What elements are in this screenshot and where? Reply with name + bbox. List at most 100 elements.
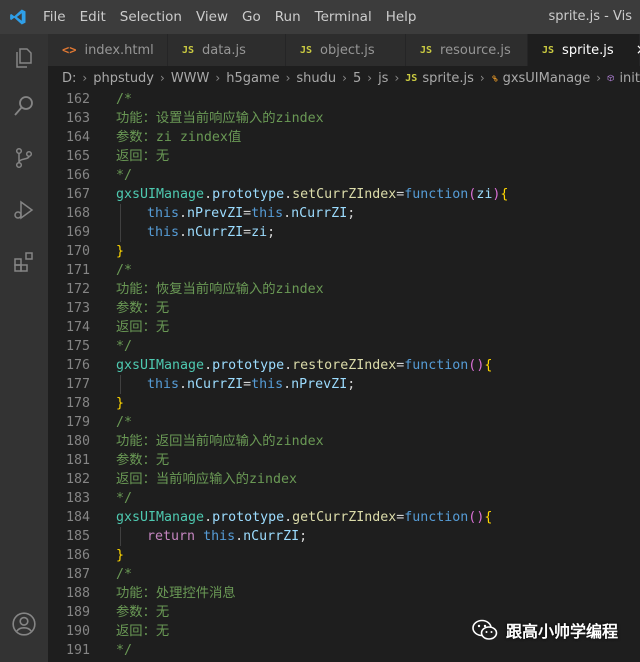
code-text: 功能：设置当前响应输入的zindex — [116, 111, 324, 126]
code-text: 功能：返回当前响应输入的zindex — [116, 434, 324, 449]
line-number: 178 — [65, 396, 90, 411]
activity-bar — [0, 34, 48, 662]
code-text: /* — [116, 92, 133, 107]
line-number: 181 — [65, 453, 90, 468]
code-line[interactable]: 191 */ — [48, 641, 640, 660]
vscode-logo-icon — [0, 0, 36, 34]
breadcrumb-item[interactable]: shudu — [296, 71, 336, 86]
editor-tabs: <> index.html JS data.js JS object.js JS resour… — [48, 34, 640, 66]
code-line[interactable]: 165 返回：无 — [48, 147, 640, 166]
run-debug-icon[interactable] — [0, 186, 48, 234]
menu-item-view[interactable]: View — [189, 0, 235, 34]
menu-item-terminal[interactable]: Terminal — [308, 0, 379, 34]
code-line[interactable]: 178} — [48, 394, 640, 413]
tab-resource-js[interactable]: JS resource.js — [406, 34, 528, 66]
tab-data-js[interactable]: JS data.js — [168, 34, 286, 66]
line-number: 183 — [65, 491, 90, 506]
line-number: 170 — [65, 244, 90, 259]
code-text: gxsUIManage.prototype.restoreZIndex=func… — [116, 358, 493, 373]
code-text: return this.nCurrZI; — [147, 529, 308, 544]
code-text: 参数：无 — [116, 453, 170, 468]
code-line[interactable]: 170} — [48, 242, 640, 261]
code-text: 参数：无 — [116, 301, 170, 316]
code-line[interactable]: 174 返回：无 — [48, 318, 640, 337]
code-text: 返回：无 — [116, 320, 170, 335]
code-line[interactable]: 176 gxsUIManage.prototype.restoreZIndex=f… — [48, 356, 640, 375]
code-text: } — [116, 548, 125, 563]
code-text: 参数：无 — [116, 605, 170, 620]
html-file-icon: <> — [62, 43, 77, 57]
chevron-right-icon: › — [215, 71, 221, 85]
code-line[interactable]: 173 参数：无 — [48, 299, 640, 318]
code-line[interactable]: 181 参数：无 — [48, 451, 640, 470]
code-line[interactable]: 166 */ — [48, 166, 640, 185]
code-line[interactable]: 186} — [48, 546, 640, 565]
menu-item-run[interactable]: Run — [268, 0, 308, 34]
line-number: 186 — [65, 548, 90, 563]
code-line[interactable]: 179 /* — [48, 413, 640, 432]
line-number: 172 — [65, 282, 90, 297]
tab-label: data.js — [202, 42, 246, 58]
line-number: 171 — [65, 263, 90, 278]
code-line[interactable]: 187 /* — [48, 565, 640, 584]
code-line[interactable]: 177 this.nCurrZI=this.nPrevZI; — [48, 375, 640, 394]
code-text: 返回：无 — [116, 149, 170, 164]
breadcrumb-item[interactable]: js — [378, 71, 388, 86]
code-text: 参数：zi zindex值 — [116, 130, 242, 145]
code-line[interactable]: 164 参数：zi zindex值 — [48, 128, 640, 147]
breadcrumb-item[interactable]: WWW — [171, 71, 210, 86]
search-icon[interactable] — [0, 82, 48, 130]
line-number: 166 — [65, 168, 90, 183]
code-line[interactable]: 162 /* — [48, 90, 640, 109]
code-editor[interactable]: 162 /* 163 功能：设置当前响应输入的zindex 164 参数：zi zinde… — [48, 90, 640, 662]
chevron-right-icon: › — [394, 71, 400, 85]
close-icon[interactable]: × — [636, 42, 640, 58]
code-line[interactable]: 167 gxsUIManage.prototype.setCurrZIndex=f… — [48, 185, 640, 204]
code-line[interactable]: 184 gxsUIManage.prototype.getCurrZIndex=f… — [48, 508, 640, 527]
tab-object-js[interactable]: JS object.js — [286, 34, 406, 66]
breadcrumb-item[interactable]: 5 — [353, 71, 361, 86]
line-number: 174 — [65, 320, 90, 335]
source-control-icon[interactable] — [0, 134, 48, 182]
code-text: 返回：无 — [116, 624, 170, 639]
tab-sprite-js[interactable]: JS sprite.js × — [528, 34, 640, 66]
code-line[interactable]: 183 */ — [48, 489, 640, 508]
code-line[interactable]: 185 return this.nCurrZI; — [48, 527, 640, 546]
code-text: /* — [116, 415, 133, 430]
menu-item-selection[interactable]: Selection — [113, 0, 189, 34]
code-line[interactable]: 163 功能：设置当前响应输入的zindex — [48, 109, 640, 128]
code-text: */ — [116, 643, 133, 658]
code-line[interactable]: 171 /* — [48, 261, 640, 280]
chevron-right-icon: › — [160, 71, 165, 85]
wechat-icon — [472, 619, 498, 640]
code-line[interactable]: 180 功能：返回当前响应输入的zindex — [48, 432, 640, 451]
chevron-right-icon: › — [342, 71, 347, 85]
line-number: 176 — [65, 358, 90, 373]
code-line[interactable]: 169 this.nCurrZI=zi; — [48, 223, 640, 242]
breadcrumb-item[interactable]: phpstudy — [93, 71, 154, 86]
menu-item-go[interactable]: Go — [235, 0, 268, 34]
title-bar: File Edit Selection View Go Run Terminal Help s… — [0, 0, 640, 34]
code-line[interactable]: 182 返回：当前响应输入的zindex — [48, 470, 640, 489]
breadcrumb-item[interactable]: gxsUIManage — [503, 71, 591, 86]
menu-item-edit[interactable]: Edit — [73, 0, 113, 34]
menu-item-file[interactable]: File — [36, 0, 73, 34]
code-line[interactable]: 172 功能：恢复当前响应输入的zindex — [48, 280, 640, 299]
breadcrumb-item[interactable]: D: — [62, 71, 76, 86]
watermark: 跟高小帅学编程 — [472, 618, 618, 642]
menu-item-help[interactable]: Help — [379, 0, 424, 34]
code-line[interactable]: 175 */ — [48, 337, 640, 356]
breadcrumb-item[interactable]: h5game — [226, 71, 279, 86]
code-line[interactable]: 188 功能：处理控件消息 — [48, 584, 640, 603]
explorer-icon[interactable] — [0, 34, 48, 82]
chevron-right-icon: › — [285, 71, 291, 85]
tab-index-html[interactable]: <> index.html — [48, 34, 168, 66]
code-line[interactable]: 168 this.nPrevZI=this.nCurrZI; — [48, 204, 640, 223]
code-text: /* — [116, 263, 133, 278]
code-text: */ — [116, 491, 133, 506]
extensions-icon[interactable] — [0, 238, 48, 286]
class-symbol-icon — [491, 74, 498, 82]
breadcrumb-item[interactable]: sprite.js — [422, 71, 474, 86]
breadcrumb-item[interactable]: init — [619, 71, 640, 86]
account-icon[interactable] — [0, 600, 48, 648]
